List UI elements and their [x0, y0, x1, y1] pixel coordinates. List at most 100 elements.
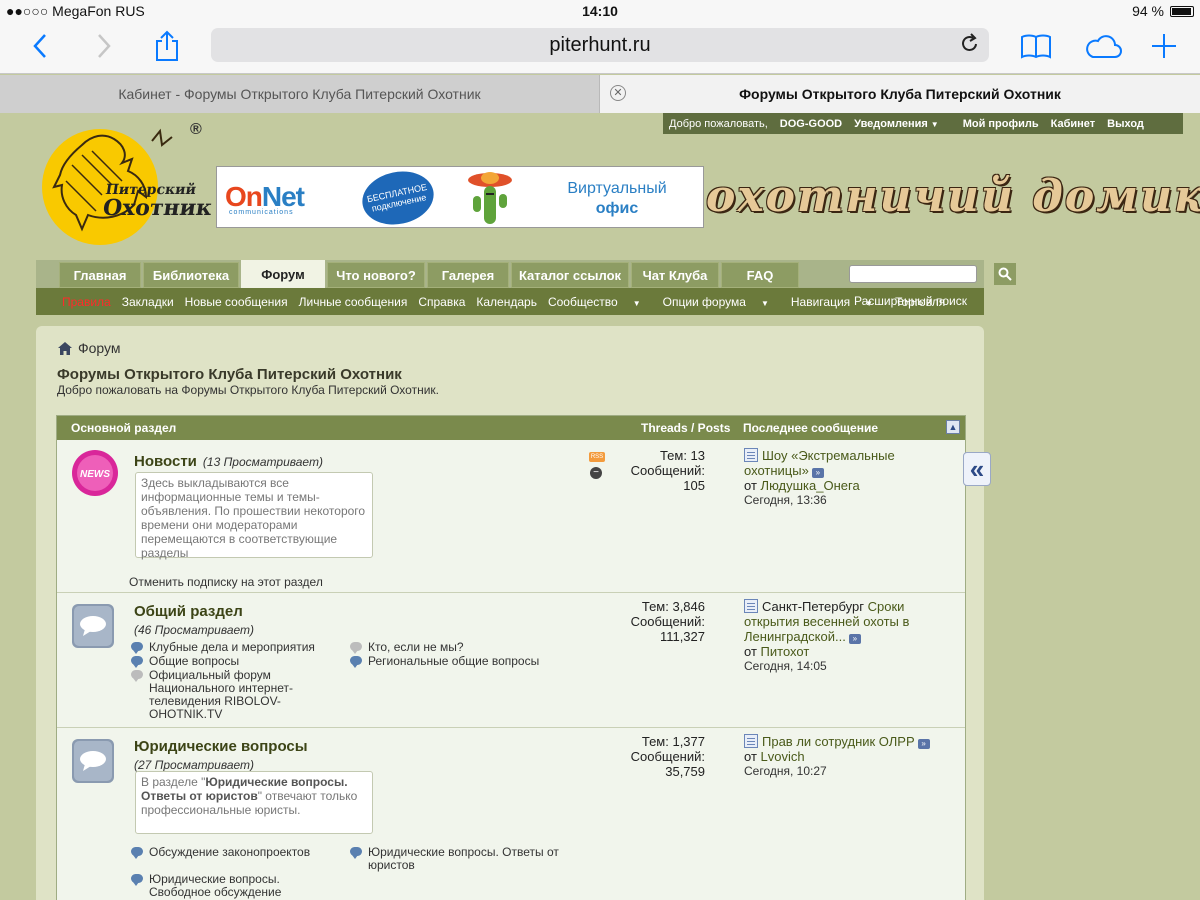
subnav-bookmarks[interactable]: Закладки	[122, 295, 174, 309]
battery-indicator: 94 %	[1132, 3, 1194, 19]
tab-faq[interactable]: FAQ	[721, 262, 799, 288]
battery-icon	[1170, 5, 1194, 17]
share-icon[interactable]	[147, 28, 187, 64]
forum-stats: Тем: 3,846 Сообщений: 111,327	[630, 599, 705, 644]
forum-bubble-icon	[71, 738, 115, 783]
forum-description: В разделе "Юридические вопросы. Ответы о…	[135, 771, 373, 834]
logo-line2: Охотник	[101, 195, 214, 221]
collapse-icon[interactable]: ▲	[946, 420, 960, 434]
welcome-message: Добро пожаловать на Форумы Открытого Клу…	[57, 383, 439, 397]
close-icon[interactable]: ✕	[610, 85, 626, 101]
double-chevron-left-icon[interactable]: «	[963, 452, 991, 486]
bubble-icon	[350, 656, 362, 668]
post-icon	[744, 734, 758, 748]
reload-icon[interactable]	[961, 33, 979, 59]
tab-cabinet[interactable]: Кабинет - Форумы Открытого Клуба Питерск…	[0, 75, 600, 113]
viewing-count: (46 Просматривает)	[134, 623, 255, 637]
subforum-link[interactable]: Юридические вопросы. Ответы от юристов	[348, 846, 578, 872]
tab-club-chat[interactable]: Чат Клуба	[631, 262, 719, 288]
breadcrumb: Форум	[58, 340, 121, 356]
search-icon[interactable]	[994, 263, 1016, 285]
address-bar[interactable]: piterhunt.ru	[211, 28, 989, 62]
search-input[interactable]	[849, 265, 977, 283]
subforum-link[interactable]: Общие вопросы	[129, 655, 239, 668]
chevron-left-icon[interactable]	[20, 28, 60, 64]
tab-link-catalog[interactable]: Каталог ссылок	[511, 262, 629, 288]
subforum-link[interactable]: Юридические вопросы. Свободное обсуждени…	[129, 873, 329, 899]
cabinet-link[interactable]: Кабинет	[1051, 118, 1096, 130]
tab-title: Форумы Открытого Клуба Питерский Охотник	[739, 86, 1061, 102]
browser-toolbar: piterhunt.ru	[0, 22, 1200, 74]
virtual-office-text: Виртуальный офис	[567, 180, 667, 217]
tab-library[interactable]: Библиотека	[143, 262, 239, 288]
forum-table: Основной раздел Threads / Posts Последне…	[56, 415, 966, 900]
subforum-link[interactable]: Официальный форум Национального интернет…	[129, 669, 329, 721]
forum-title: Новости (13 Просматривает)	[134, 453, 323, 470]
logout-link[interactable]: Выход	[1107, 118, 1144, 130]
book-icon[interactable]	[1016, 28, 1056, 64]
tab-forums[interactable]: ✕ Форумы Открытого Клуба Питерский Охотн…	[600, 75, 1200, 113]
forum-table-header: Основной раздел Threads / Posts Последне…	[57, 416, 965, 440]
col-threads-posts: Threads / Posts	[641, 421, 731, 435]
subnav-private-messages[interactable]: Личные сообщения	[299, 295, 408, 309]
last-post: Прав ли сотрудник ОЛРР» от Lvovich Сегод…	[744, 734, 954, 779]
last-post-author[interactable]: Людушка_Онега	[761, 478, 860, 493]
subnav-forum-options[interactable]: Опции форума ▼	[663, 295, 780, 309]
forum-title-link[interactable]: Новости	[134, 453, 197, 470]
tab-gallery[interactable]: Галерея	[427, 262, 509, 288]
battery-percent: 94 %	[1132, 3, 1164, 19]
username-link[interactable]: DOG-GOOD	[780, 118, 842, 130]
forum-title-link[interactable]: Общий раздел	[134, 603, 243, 620]
post-icon	[744, 599, 758, 613]
site-logo[interactable]: Питерский Охотник	[42, 125, 214, 247]
subnav-rules[interactable]: Правила	[62, 295, 111, 309]
post-icon	[744, 448, 758, 462]
notifications-menu[interactable]: Уведомления ▼	[854, 118, 951, 130]
subforum-link[interactable]: Региональные общие вопросы	[348, 655, 539, 668]
bubble-icon	[131, 670, 143, 682]
last-post-time: Сегодня, 14:05	[744, 659, 827, 673]
go-to-post-icon[interactable]: »	[811, 468, 824, 478]
viewing-count: (13 Просматривает)	[202, 455, 323, 469]
tab-home[interactable]: Главная	[59, 262, 141, 288]
go-to-post-icon[interactable]: »	[917, 739, 930, 749]
subnav-calendar[interactable]: Календарь	[476, 295, 537, 309]
forum-title-link[interactable]: Юридические вопросы	[134, 738, 308, 755]
forum-row-general: Общий раздел (46 Просматривает) Клубные …	[57, 593, 965, 728]
onnet-sub: communications	[229, 209, 294, 216]
forum-stats: Тем: 13 Сообщений: 105	[630, 448, 705, 493]
unsubscribe-link[interactable]: Отменить подписку на этот раздел	[129, 575, 323, 589]
subforum-link[interactable]: Кто, если не мы?	[348, 641, 464, 654]
bubble-icon	[131, 642, 143, 654]
breadcrumb-forum[interactable]: Форум	[78, 340, 121, 356]
main-nav: Главная Библиотека Форум Что нового? Гал…	[36, 260, 1016, 288]
sub-nav: Правила Закладки Новые сообщения Личные …	[36, 288, 984, 315]
tab-title: Кабинет - Форумы Открытого Клуба Питерск…	[118, 86, 481, 102]
forum-description: Здесь выкладываются все информационные т…	[135, 472, 373, 560]
web-page: Добро пожаловать, DOG-GOOD Уведомления ▼ …	[0, 113, 1200, 900]
user-bar: Добро пожаловать, DOG-GOOD Уведомления ▼ …	[663, 113, 1183, 134]
subforum-link[interactable]: Обсуждение законопроектов	[129, 846, 310, 859]
plus-icon[interactable]	[1144, 28, 1184, 64]
ad-banner[interactable]: OnNet communications БЕСПЛАТНОЕ подключе…	[216, 165, 704, 231]
cloud-icon[interactable]	[1080, 28, 1126, 64]
last-post-title[interactable]: Прав ли сотрудник ОЛРР	[762, 734, 915, 749]
home-icon[interactable]	[58, 341, 72, 355]
subnav-new-posts[interactable]: Новые сообщения	[185, 295, 288, 309]
cactus-icon	[467, 170, 513, 226]
ios-status-bar: ●●○○○ MegaFon RUS 14:10 94 %	[0, 0, 1200, 22]
tab-forum[interactable]: Форум	[241, 260, 325, 288]
advanced-search-link[interactable]: Расширенный поиск	[854, 294, 967, 308]
subforum-link[interactable]: Клубные дела и мероприятия	[129, 641, 315, 654]
tab-whats-new[interactable]: Что нового?	[327, 262, 425, 288]
last-post-author[interactable]: Lvovich	[761, 749, 805, 764]
triangle-down-icon: ▼	[632, 298, 641, 308]
go-to-post-icon[interactable]: »	[848, 634, 861, 644]
subnav-help[interactable]: Справка	[418, 295, 465, 309]
profile-link[interactable]: Мой профиль	[963, 118, 1039, 130]
news-icon: NEWS	[71, 449, 118, 496]
url-text: piterhunt.ru	[549, 33, 651, 56]
chevron-right-icon[interactable]	[84, 28, 124, 64]
last-post-author[interactable]: Питохот	[761, 644, 810, 659]
subnav-community[interactable]: Сообщество ▼	[548, 295, 652, 309]
